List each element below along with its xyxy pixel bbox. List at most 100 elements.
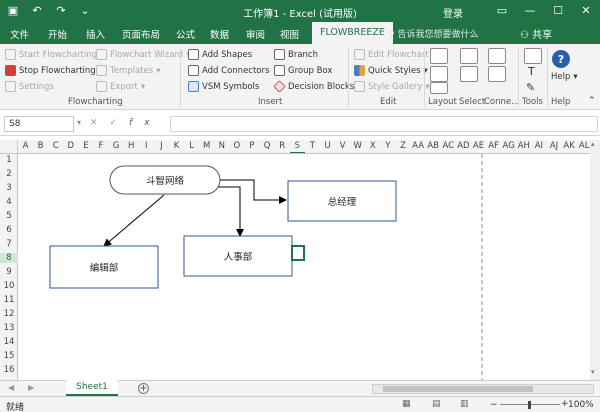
column-header-h[interactable]: H xyxy=(124,141,139,151)
column-header-ae[interactable]: AE xyxy=(471,141,486,151)
vsm-symbols-button[interactable]: VSM Symbols xyxy=(188,81,259,92)
column-header-j[interactable]: J xyxy=(154,141,169,151)
row-header-7[interactable]: 7 xyxy=(0,239,18,249)
tab-page-layout[interactable]: 页面布局 xyxy=(122,27,160,41)
start-flowcharting-button[interactable]: Start Flowcharting xyxy=(5,49,97,60)
wrench-icon[interactable]: ✎ xyxy=(526,81,535,94)
column-header-n[interactable]: N xyxy=(214,141,229,151)
connector-to-editor[interactable] xyxy=(103,194,165,247)
name-box-dropdown-icon[interactable]: ▾ xyxy=(77,118,81,127)
column-header-aj[interactable]: AJ xyxy=(547,141,562,151)
tab-data[interactable]: 数据 xyxy=(210,27,229,41)
text-tool-icon[interactable]: T xyxy=(528,65,535,78)
connector-route-icon[interactable] xyxy=(488,66,506,82)
maximize-icon[interactable]: ☐ xyxy=(544,0,572,22)
tab-review[interactable]: 审阅 xyxy=(246,27,265,41)
help-icon[interactable]: ? xyxy=(552,50,570,68)
column-header-s[interactable]: S xyxy=(289,141,305,153)
tab-file[interactable]: 文件 xyxy=(10,27,29,41)
column-header-p[interactable]: P xyxy=(245,141,260,151)
row-header-9[interactable]: 9 xyxy=(0,267,18,277)
tab-formulas[interactable]: 公式 xyxy=(176,27,195,41)
templates-button[interactable]: Templates ▾ xyxy=(96,65,161,76)
select-all-icon[interactable] xyxy=(460,48,478,64)
column-header-w[interactable]: W xyxy=(350,141,365,151)
column-header-b[interactable]: B xyxy=(33,141,48,151)
column-header-z[interactable]: Z xyxy=(396,141,411,151)
style-gallery-button[interactable]: Style Gallery ▾ xyxy=(354,81,430,92)
minimize-icon[interactable]: — xyxy=(516,0,544,22)
row-header-15[interactable]: 15 xyxy=(0,351,18,361)
horizontal-scrollbar[interactable] xyxy=(372,384,594,394)
add-connectors-button[interactable]: Add Connectors xyxy=(188,65,269,76)
tab-insert[interactable]: 插入 xyxy=(86,27,105,41)
column-header-f[interactable]: F xyxy=(94,141,109,151)
add-sheet-icon[interactable]: + xyxy=(138,383,149,394)
select-all-corner[interactable] xyxy=(0,140,18,154)
tools-table-icon[interactable] xyxy=(524,48,542,64)
quick-styles-button[interactable]: Quick Styles ▾ xyxy=(354,65,428,76)
column-header-a[interactable]: A xyxy=(18,141,33,151)
column-header-g[interactable]: G xyxy=(109,141,124,151)
branch-button[interactable]: Branch xyxy=(274,49,318,60)
align-icon[interactable] xyxy=(430,66,448,82)
next-sheet-icon[interactable]: ▶ xyxy=(28,383,48,392)
row-header-2[interactable]: 2 xyxy=(0,169,18,179)
sheet-canvas[interactable]: 斗智网络 总经理 人事部 编辑部 xyxy=(18,154,590,380)
settings-button[interactable]: Settings xyxy=(5,81,54,92)
column-header-c[interactable]: C xyxy=(48,141,63,151)
tab-home[interactable]: 开始 xyxy=(48,27,67,41)
distribute-icon[interactable] xyxy=(430,82,448,94)
tab-view[interactable]: 视图 xyxy=(280,27,299,41)
zoom-out-icon[interactable]: − xyxy=(490,400,498,410)
prev-sheet-icon[interactable]: ◀ xyxy=(8,383,28,392)
zoom-slider-knob[interactable] xyxy=(528,401,531,409)
column-header-af[interactable]: AF xyxy=(486,141,501,151)
column-header-m[interactable]: M xyxy=(199,141,214,151)
row-header-8[interactable]: 8 xyxy=(0,253,18,263)
layout-grid-icon[interactable] xyxy=(430,48,448,64)
help-button[interactable]: Help ▾ xyxy=(551,72,578,82)
connector-style-icon[interactable] xyxy=(488,48,506,64)
column-header-ah[interactable]: AH xyxy=(516,141,531,151)
row-header-11[interactable]: 11 xyxy=(0,295,18,305)
column-header-ak[interactable]: AK xyxy=(562,141,577,151)
column-header-x[interactable]: X xyxy=(365,141,380,151)
enter-icon[interactable]: ✓ xyxy=(110,118,130,128)
column-header-i[interactable]: I xyxy=(139,141,154,151)
scroll-up-icon[interactable]: ▴ xyxy=(591,140,595,148)
row-header-6[interactable]: 6 xyxy=(0,225,18,235)
cancel-icon[interactable]: ✕ xyxy=(90,118,110,128)
column-header-l[interactable]: L xyxy=(184,141,199,151)
share-button[interactable]: ⚇ 共享 xyxy=(520,26,552,41)
scroll-down-icon[interactable]: ▾ xyxy=(591,368,595,376)
selected-cell[interactable] xyxy=(291,245,305,261)
column-header-d[interactable]: D xyxy=(63,141,78,151)
flowchart-wizard-button[interactable]: Flowchart Wizard ▾ xyxy=(96,49,190,60)
column-header-al[interactable]: AL xyxy=(577,141,590,151)
edit-flowchart-button[interactable]: Edit Flowchart xyxy=(354,49,429,60)
column-header-t[interactable]: T xyxy=(305,141,320,151)
normal-view-icon[interactable]: ▦ xyxy=(402,399,411,409)
page-break-view-icon[interactable]: ▥ xyxy=(460,399,469,409)
column-header-q[interactable]: Q xyxy=(260,141,275,151)
export-button[interactable]: Export ▾ xyxy=(96,81,145,92)
connector-to-manager[interactable] xyxy=(218,179,287,204)
row-header-4[interactable]: 4 xyxy=(0,197,18,207)
row-header-5[interactable]: 5 xyxy=(0,211,18,221)
vertical-scrollbar[interactable]: ▴ ▾ xyxy=(590,140,600,380)
column-header-r[interactable]: R xyxy=(275,141,290,151)
collapse-ribbon-icon[interactable]: ⌃ xyxy=(588,96,596,106)
close-icon[interactable]: ✕ xyxy=(572,0,600,22)
select-shapes-icon[interactable] xyxy=(460,66,478,82)
column-header-ad[interactable]: AD xyxy=(456,141,471,151)
ribbon-options-icon[interactable]: ▭ xyxy=(488,0,516,22)
column-header-ai[interactable]: AI xyxy=(531,141,546,151)
tell-me-search[interactable]: ♀ 告诉我您想要做什么 xyxy=(388,27,478,40)
connector-to-hr[interactable] xyxy=(214,186,244,237)
row-header-1[interactable]: 1 xyxy=(0,155,18,165)
row-header-3[interactable]: 3 xyxy=(0,183,18,193)
row-header-16[interactable]: 16 xyxy=(0,365,18,375)
login-link[interactable]: 登录 xyxy=(443,5,463,20)
row-header-13[interactable]: 13 xyxy=(0,323,18,333)
